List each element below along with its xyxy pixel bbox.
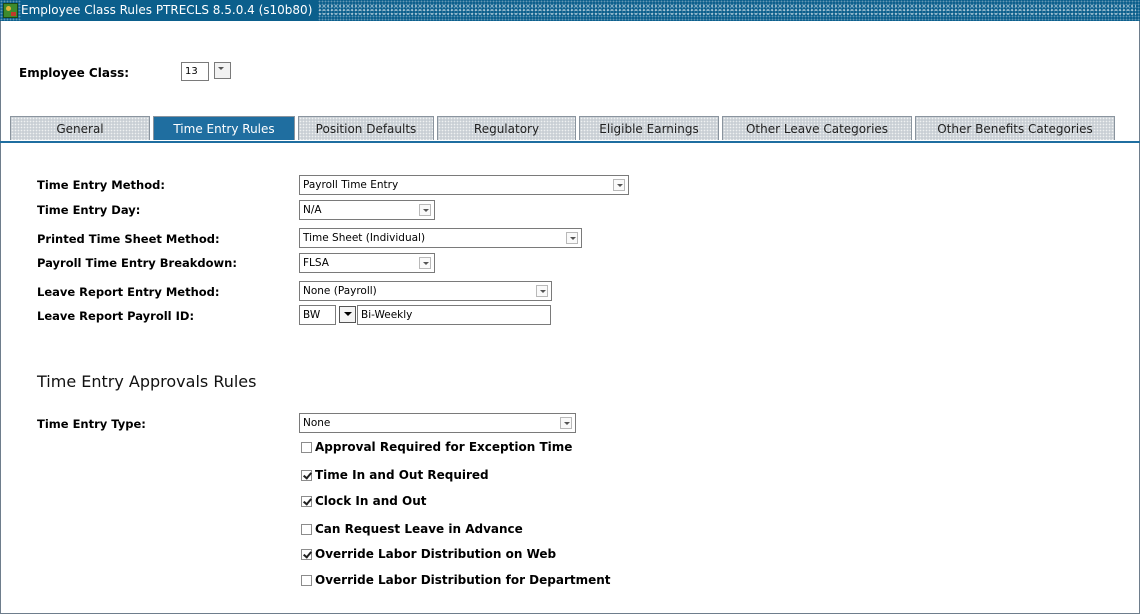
time-entry-type-value: None bbox=[303, 417, 331, 429]
employee-class-label: Employee Class: bbox=[19, 66, 130, 80]
time-in-and-out-required-checkbox[interactable]: Time In and Out Required bbox=[301, 467, 489, 483]
checkbox-label: Time In and Out Required bbox=[315, 468, 489, 482]
time-entry-method-label: Time Entry Method: bbox=[37, 178, 165, 192]
payroll-time-entry-breakdown-select[interactable]: FLSA bbox=[299, 253, 435, 273]
time-entry-method-value: Payroll Time Entry bbox=[303, 179, 399, 191]
tab-position-defaults[interactable]: Position Defaults bbox=[298, 116, 434, 140]
time-entry-day-select[interactable]: N/A bbox=[299, 200, 435, 220]
chevron-down-icon bbox=[613, 179, 625, 191]
leave-report-payroll-id-lookup-button[interactable] bbox=[339, 306, 356, 323]
checkbox-label: Clock In and Out bbox=[315, 494, 427, 508]
tab-other-leave-categories[interactable]: Other Leave Categories bbox=[722, 116, 912, 140]
chevron-down-icon bbox=[419, 257, 431, 269]
time-entry-type-select[interactable]: None bbox=[299, 413, 576, 433]
employee-class-input[interactable]: 13 bbox=[181, 62, 209, 81]
printed-time-sheet-method-value: Time Sheet (Individual) bbox=[303, 232, 426, 244]
printed-time-sheet-method-label: Printed Time Sheet Method: bbox=[37, 232, 220, 246]
time-entry-method-select[interactable]: Payroll Time Entry bbox=[299, 175, 629, 195]
employee-class-dropdown-button[interactable] bbox=[214, 62, 231, 79]
leave-report-payroll-id-input[interactable]: BW bbox=[299, 305, 336, 325]
checkbox-label: Override Labor Distribution on Web bbox=[315, 547, 557, 561]
chevron-down-icon bbox=[536, 285, 548, 297]
leave-report-entry-method-value: None (Payroll) bbox=[303, 285, 377, 297]
checkbox-box[interactable] bbox=[301, 548, 312, 560]
checkbox-label: Can Request Leave in Advance bbox=[315, 522, 523, 536]
approval-required-for-exception-time-checkbox[interactable]: Approval Required for Exception Time bbox=[301, 439, 572, 455]
payroll-time-entry-breakdown-label: Payroll Time Entry Breakdown: bbox=[37, 256, 237, 270]
time-entry-day-label: Time Entry Day: bbox=[37, 203, 141, 217]
checkbox-box[interactable] bbox=[301, 495, 312, 507]
window-title: Employee Class Rules PTRECLS 8.5.0.4 (s1… bbox=[21, 0, 319, 21]
checkbox-label: Override Labor Distribution for Departme… bbox=[315, 573, 611, 587]
checkbox-box[interactable] bbox=[301, 574, 312, 586]
checkbox-box[interactable] bbox=[301, 469, 312, 481]
checkbox-label: Approval Required for Exception Time bbox=[315, 440, 573, 454]
printed-time-sheet-method-select[interactable]: Time Sheet (Individual) bbox=[299, 228, 582, 248]
tab-strip: General Time Entry Rules Position Defaul… bbox=[10, 116, 1118, 142]
tab-general[interactable]: General bbox=[10, 116, 150, 140]
checkbox-box[interactable] bbox=[301, 441, 312, 453]
payroll-time-entry-breakdown-value: FLSA bbox=[303, 257, 329, 269]
leave-report-entry-method-label: Leave Report Entry Method: bbox=[37, 285, 220, 299]
tab-other-benefits-categories[interactable]: Other Benefits Categories bbox=[915, 116, 1115, 140]
can-request-leave-in-advance-checkbox[interactable]: Can Request Leave in Advance bbox=[301, 521, 523, 537]
leave-report-payroll-description: Bi-Weekly bbox=[357, 305, 551, 325]
time-entry-type-label: Time Entry Type: bbox=[37, 417, 146, 431]
tab-regulatory[interactable]: Regulatory bbox=[437, 116, 576, 140]
override-labor-distribution-on-web-checkbox[interactable]: Override Labor Distribution on Web bbox=[301, 546, 556, 562]
window-frame bbox=[0, 0, 1140, 614]
time-entry-approvals-rules-heading: Time Entry Approvals Rules bbox=[37, 372, 257, 391]
chevron-down-icon bbox=[560, 417, 572, 429]
chevron-down-icon bbox=[419, 204, 431, 216]
leave-report-payroll-id-label: Leave Report Payroll ID: bbox=[37, 309, 195, 323]
tab-time-entry-rules[interactable]: Time Entry Rules bbox=[153, 116, 295, 140]
title-bar-pattern bbox=[318, 4, 1136, 17]
leave-report-entry-method-select[interactable]: None (Payroll) bbox=[299, 281, 552, 301]
checkbox-box[interactable] bbox=[301, 523, 312, 535]
tab-eligible-earnings[interactable]: Eligible Earnings bbox=[579, 116, 719, 140]
chevron-down-icon bbox=[566, 232, 578, 244]
clock-in-and-out-checkbox[interactable]: Clock In and Out bbox=[301, 493, 427, 509]
app-icon bbox=[3, 3, 18, 18]
time-entry-day-value: N/A bbox=[303, 204, 322, 216]
override-labor-distribution-for-department-checkbox[interactable]: Override Labor Distribution for Departme… bbox=[301, 572, 611, 588]
tab-divider bbox=[0, 141, 1140, 143]
title-bar: Employee Class Rules PTRECLS 8.5.0.4 (s1… bbox=[0, 0, 1140, 21]
